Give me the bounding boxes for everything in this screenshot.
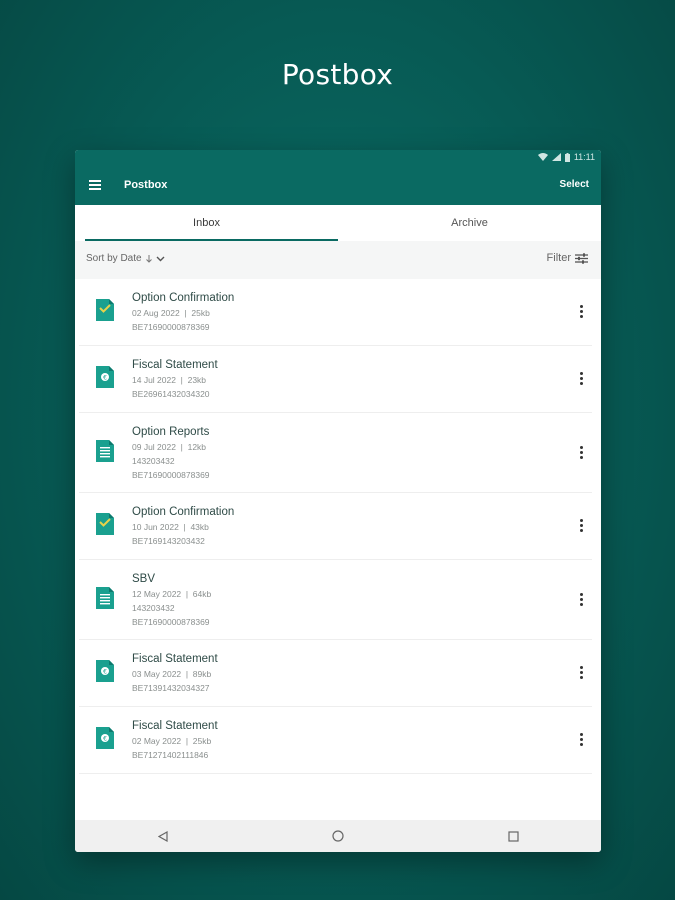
more-vert-icon[interactable] — [580, 305, 584, 320]
tab-bar: Inbox Archive — [75, 205, 601, 241]
document-reference: BE7169143203432 — [132, 536, 205, 546]
list-item[interactable]: Option Reports 09 Jul 2022 | 12kb 14320343… — [79, 413, 592, 493]
document-reference: BE71690000878369 — [132, 469, 210, 480]
list-item[interactable]: SBV 12 May 2022 | 64kb 143203432 BE71690000… — [79, 560, 592, 640]
doc-euro-icon: € — [96, 660, 114, 682]
sort-dropdown[interactable]: Sort by Date — [86, 253, 165, 264]
document-meta: 12 May 2022 | 64kb — [132, 588, 212, 599]
list-item[interactable]: Option Confirmation 02 Aug 2022 | 25kb BE7… — [79, 279, 592, 346]
document-reference: BE71271402111846 — [132, 750, 209, 760]
home-icon[interactable] — [328, 826, 348, 846]
more-vert-icon[interactable] — [580, 733, 584, 748]
system-nav-bar — [75, 820, 601, 852]
document-meta: 14 Jul 2022 | 23kb — [132, 375, 207, 385]
filter-button[interactable]: Filter — [547, 252, 588, 264]
doc-euro-icon: € — [96, 727, 114, 749]
doc-euro-icon: € — [96, 366, 114, 388]
list-item[interactable]: Option Confirmation 10 Jun 2022 | 43kb BE7… — [79, 493, 592, 560]
document-meta: 03 May 2022 | 89kb — [132, 669, 212, 679]
document-title: Fiscal Statement — [132, 720, 218, 732]
tab-inbox[interactable]: Inbox — [75, 205, 338, 241]
tablet-screen: 11:11 Postbox Select Inbox Archive Sort … — [75, 150, 601, 852]
doc-check-icon — [96, 299, 114, 321]
document-meta: 02 Aug 2022 | 25kb — [132, 308, 210, 318]
document-reference: BE71391432034327 — [132, 683, 210, 693]
document-reference: BE26961432034320 — [132, 389, 210, 399]
list-item[interactable]: € Fiscal Statement 14 Jul 2022 | 23kb BE269… — [79, 346, 592, 413]
doc-list-icon — [96, 439, 114, 462]
select-button[interactable]: Select — [560, 179, 589, 190]
recents-icon[interactable] — [503, 826, 523, 846]
document-meta: 10 Jun 2022 | 43kb — [132, 522, 209, 532]
document-title: Option Confirmation — [132, 292, 235, 304]
chevron-down-icon — [156, 256, 165, 261]
filter-label: Filter — [546, 252, 571, 264]
document-title: Fiscal Statement — [132, 653, 218, 665]
sort-filter-bar: Sort by Date Filter — [75, 241, 601, 279]
doc-check-icon — [96, 513, 114, 535]
document-list: Option Confirmation 02 Aug 2022 | 25kb BE7… — [75, 279, 601, 774]
document-title: Option Confirmation — [132, 506, 235, 518]
status-bar: 11:11 — [75, 150, 601, 167]
svg-text:€: € — [103, 736, 107, 743]
more-vert-icon[interactable] — [580, 445, 584, 461]
tune-icon — [575, 252, 588, 264]
document-title: Option Reports — [132, 425, 210, 438]
doc-list-icon — [96, 586, 114, 609]
status-time: 11:11 — [573, 152, 595, 162]
document-meta: 09 Jul 2022 | 12kb — [132, 441, 207, 452]
battery-icon — [564, 152, 570, 162]
document-reference: 143203432 — [132, 602, 175, 613]
more-vert-icon[interactable] — [580, 372, 584, 387]
list-item[interactable]: € Fiscal Statement 03 May 2022 | 89kb BE713… — [79, 640, 592, 707]
more-vert-icon[interactable] — [580, 666, 584, 681]
tab-archive[interactable]: Archive — [338, 205, 601, 241]
document-reference: 143203432 — [132, 455, 175, 466]
list-item[interactable]: € Fiscal Statement 02 May 2022 | 25kb BE712… — [79, 707, 592, 774]
svg-text:€: € — [103, 669, 107, 676]
document-title: SBV — [132, 572, 156, 585]
document-title: Fiscal Statement — [132, 359, 218, 371]
svg-text:€: € — [103, 375, 107, 382]
document-reference: BE71690000878369 — [132, 322, 210, 332]
more-vert-icon[interactable] — [580, 519, 584, 534]
document-meta: 02 May 2022 | 25kb — [132, 736, 212, 746]
hero-title: Postbox — [281, 58, 394, 91]
sort-label: Sort by Date — [86, 253, 142, 264]
app-bar: Postbox Select — [75, 167, 601, 205]
arrow-down-icon — [145, 254, 152, 263]
back-icon[interactable] — [153, 826, 173, 846]
app-bar-title: Postbox — [124, 179, 168, 191]
menu-icon[interactable] — [89, 180, 101, 190]
document-reference: BE71690000878369 — [132, 616, 210, 627]
wifi-icon — [537, 153, 548, 161]
signal-icon — [551, 153, 561, 161]
more-vert-icon[interactable] — [580, 592, 584, 608]
